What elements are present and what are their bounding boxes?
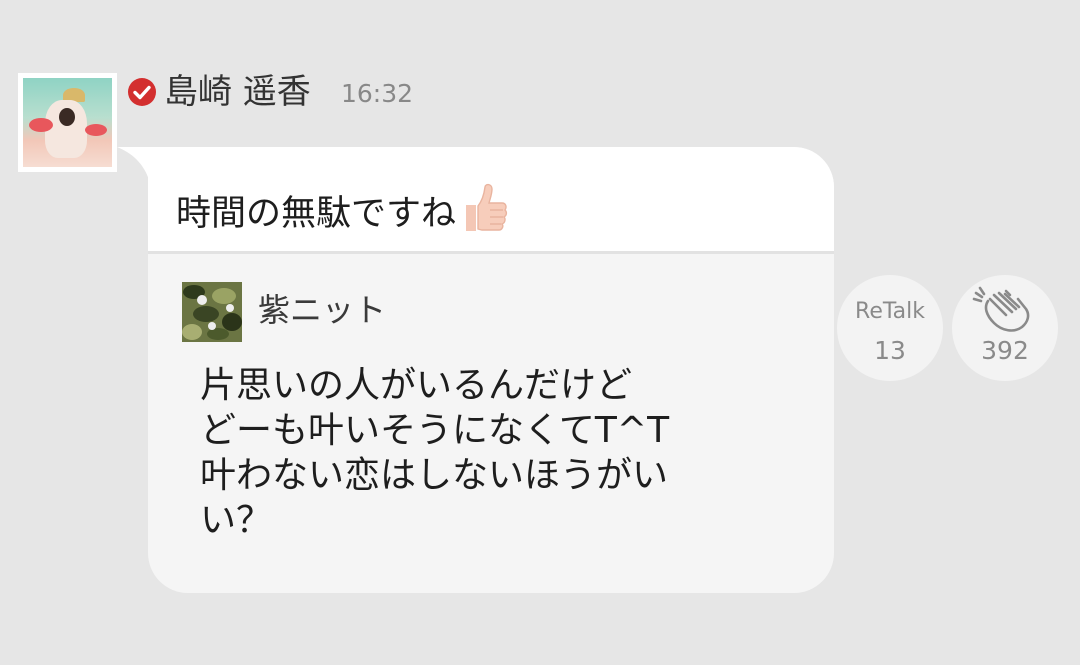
retalk-count: 13 xyxy=(874,336,906,365)
sender-avatar-image xyxy=(23,78,112,167)
camo-pattern-image xyxy=(182,282,242,342)
quoted-author-name[interactable]: 紫ニット xyxy=(258,290,386,330)
sender-avatar[interactable] xyxy=(18,73,117,172)
retalk-button[interactable]: ReTalk 13 xyxy=(837,275,943,381)
thumbs-up-icon xyxy=(466,183,508,231)
message-body: 時間の無駄ですね xyxy=(176,194,457,234)
quoted-line: い？ xyxy=(200,500,273,541)
clapping-hands-icon xyxy=(972,286,1030,332)
quoted-message: 片思いの人がいるんだけど どーも叶いそうになくてT^T 叶わない恋はしないほうが… xyxy=(200,363,800,543)
quoted-line: 片思いの人がいるんだけど xyxy=(200,365,633,406)
check-circle-icon xyxy=(128,78,156,106)
clap-button[interactable]: 392 xyxy=(952,275,1058,381)
bubble-tail xyxy=(117,147,151,187)
retalk-label: ReTalk xyxy=(855,299,925,324)
quoted-line: どーも叶いそうになくてT^T xyxy=(200,410,670,451)
quoted-author-avatar[interactable] xyxy=(182,282,242,342)
message-bubble[interactable]: 時間の無駄ですね 紫ニット 片思いの人がいるんだけど どーも叶いそうになくてT^… xyxy=(148,147,834,593)
message-header: 時間の無駄ですね xyxy=(148,147,834,254)
sender-name[interactable]: 島崎 遥香 xyxy=(164,72,311,112)
message-text: 時間の無駄ですね xyxy=(176,181,510,236)
post-timestamp: 16:32 xyxy=(341,79,414,108)
quoted-line: 叶わない恋はしないほうがい xyxy=(200,455,669,496)
clap-count: 392 xyxy=(981,336,1029,365)
